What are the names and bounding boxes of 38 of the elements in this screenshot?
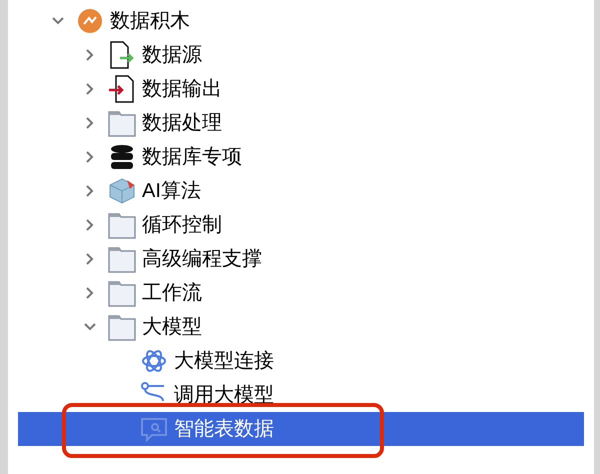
tree-item-label: 数据源	[142, 43, 202, 68]
tree-item[interactable]: 循环控制	[18, 208, 584, 242]
tree-item-label: 大模型连接	[174, 349, 274, 374]
folder-icon	[108, 109, 136, 137]
tree-item-label: 数据库专项	[142, 145, 242, 170]
folder-icon	[108, 279, 136, 307]
tree-item[interactable]: 智能表数据	[18, 412, 584, 446]
tree-item-label: 大模型	[142, 315, 202, 340]
tree-item[interactable]: 数据源	[18, 38, 584, 72]
file-arrow-icon	[108, 75, 136, 103]
tree-item[interactable]: AI算法	[18, 174, 584, 208]
file-arrow-icon	[108, 41, 136, 69]
tree-item[interactable]: 工作流	[18, 276, 584, 310]
tree-item[interactable]: 数据积木	[18, 4, 584, 38]
tree-item[interactable]: 大模型连接	[18, 344, 584, 378]
folder-icon	[108, 211, 136, 239]
tree-item-label: 高级编程支撑	[142, 247, 262, 272]
tree-item[interactable]: 数据库专项	[18, 140, 584, 174]
tree-item[interactable]: 高级编程支撑	[18, 242, 584, 276]
tree-item[interactable]: 大模型	[18, 310, 584, 344]
folder-icon	[108, 245, 136, 273]
atom-icon	[140, 347, 168, 375]
chat-search-icon	[140, 415, 168, 443]
tree-item-label: 数据处理	[142, 111, 222, 136]
cube-icon	[108, 177, 136, 205]
tree-item-label: 智能表数据	[174, 417, 274, 442]
tree-item[interactable]: 调用大模型	[18, 378, 584, 412]
folder-icon	[108, 313, 136, 341]
tree-item-label: 数据积木	[110, 9, 190, 34]
tree-item-label: 数据输出	[142, 77, 222, 102]
tree-item[interactable]: 数据输出	[18, 72, 584, 106]
logo-icon	[78, 9, 102, 33]
database-icon	[108, 143, 136, 171]
tree-item-label: 工作流	[142, 281, 202, 306]
tree-item-label: 循环控制	[142, 213, 222, 238]
tree-item-label: AI算法	[142, 179, 201, 204]
tree-item[interactable]: 数据处理	[18, 106, 584, 140]
tree-item-label: 调用大模型	[174, 383, 274, 408]
